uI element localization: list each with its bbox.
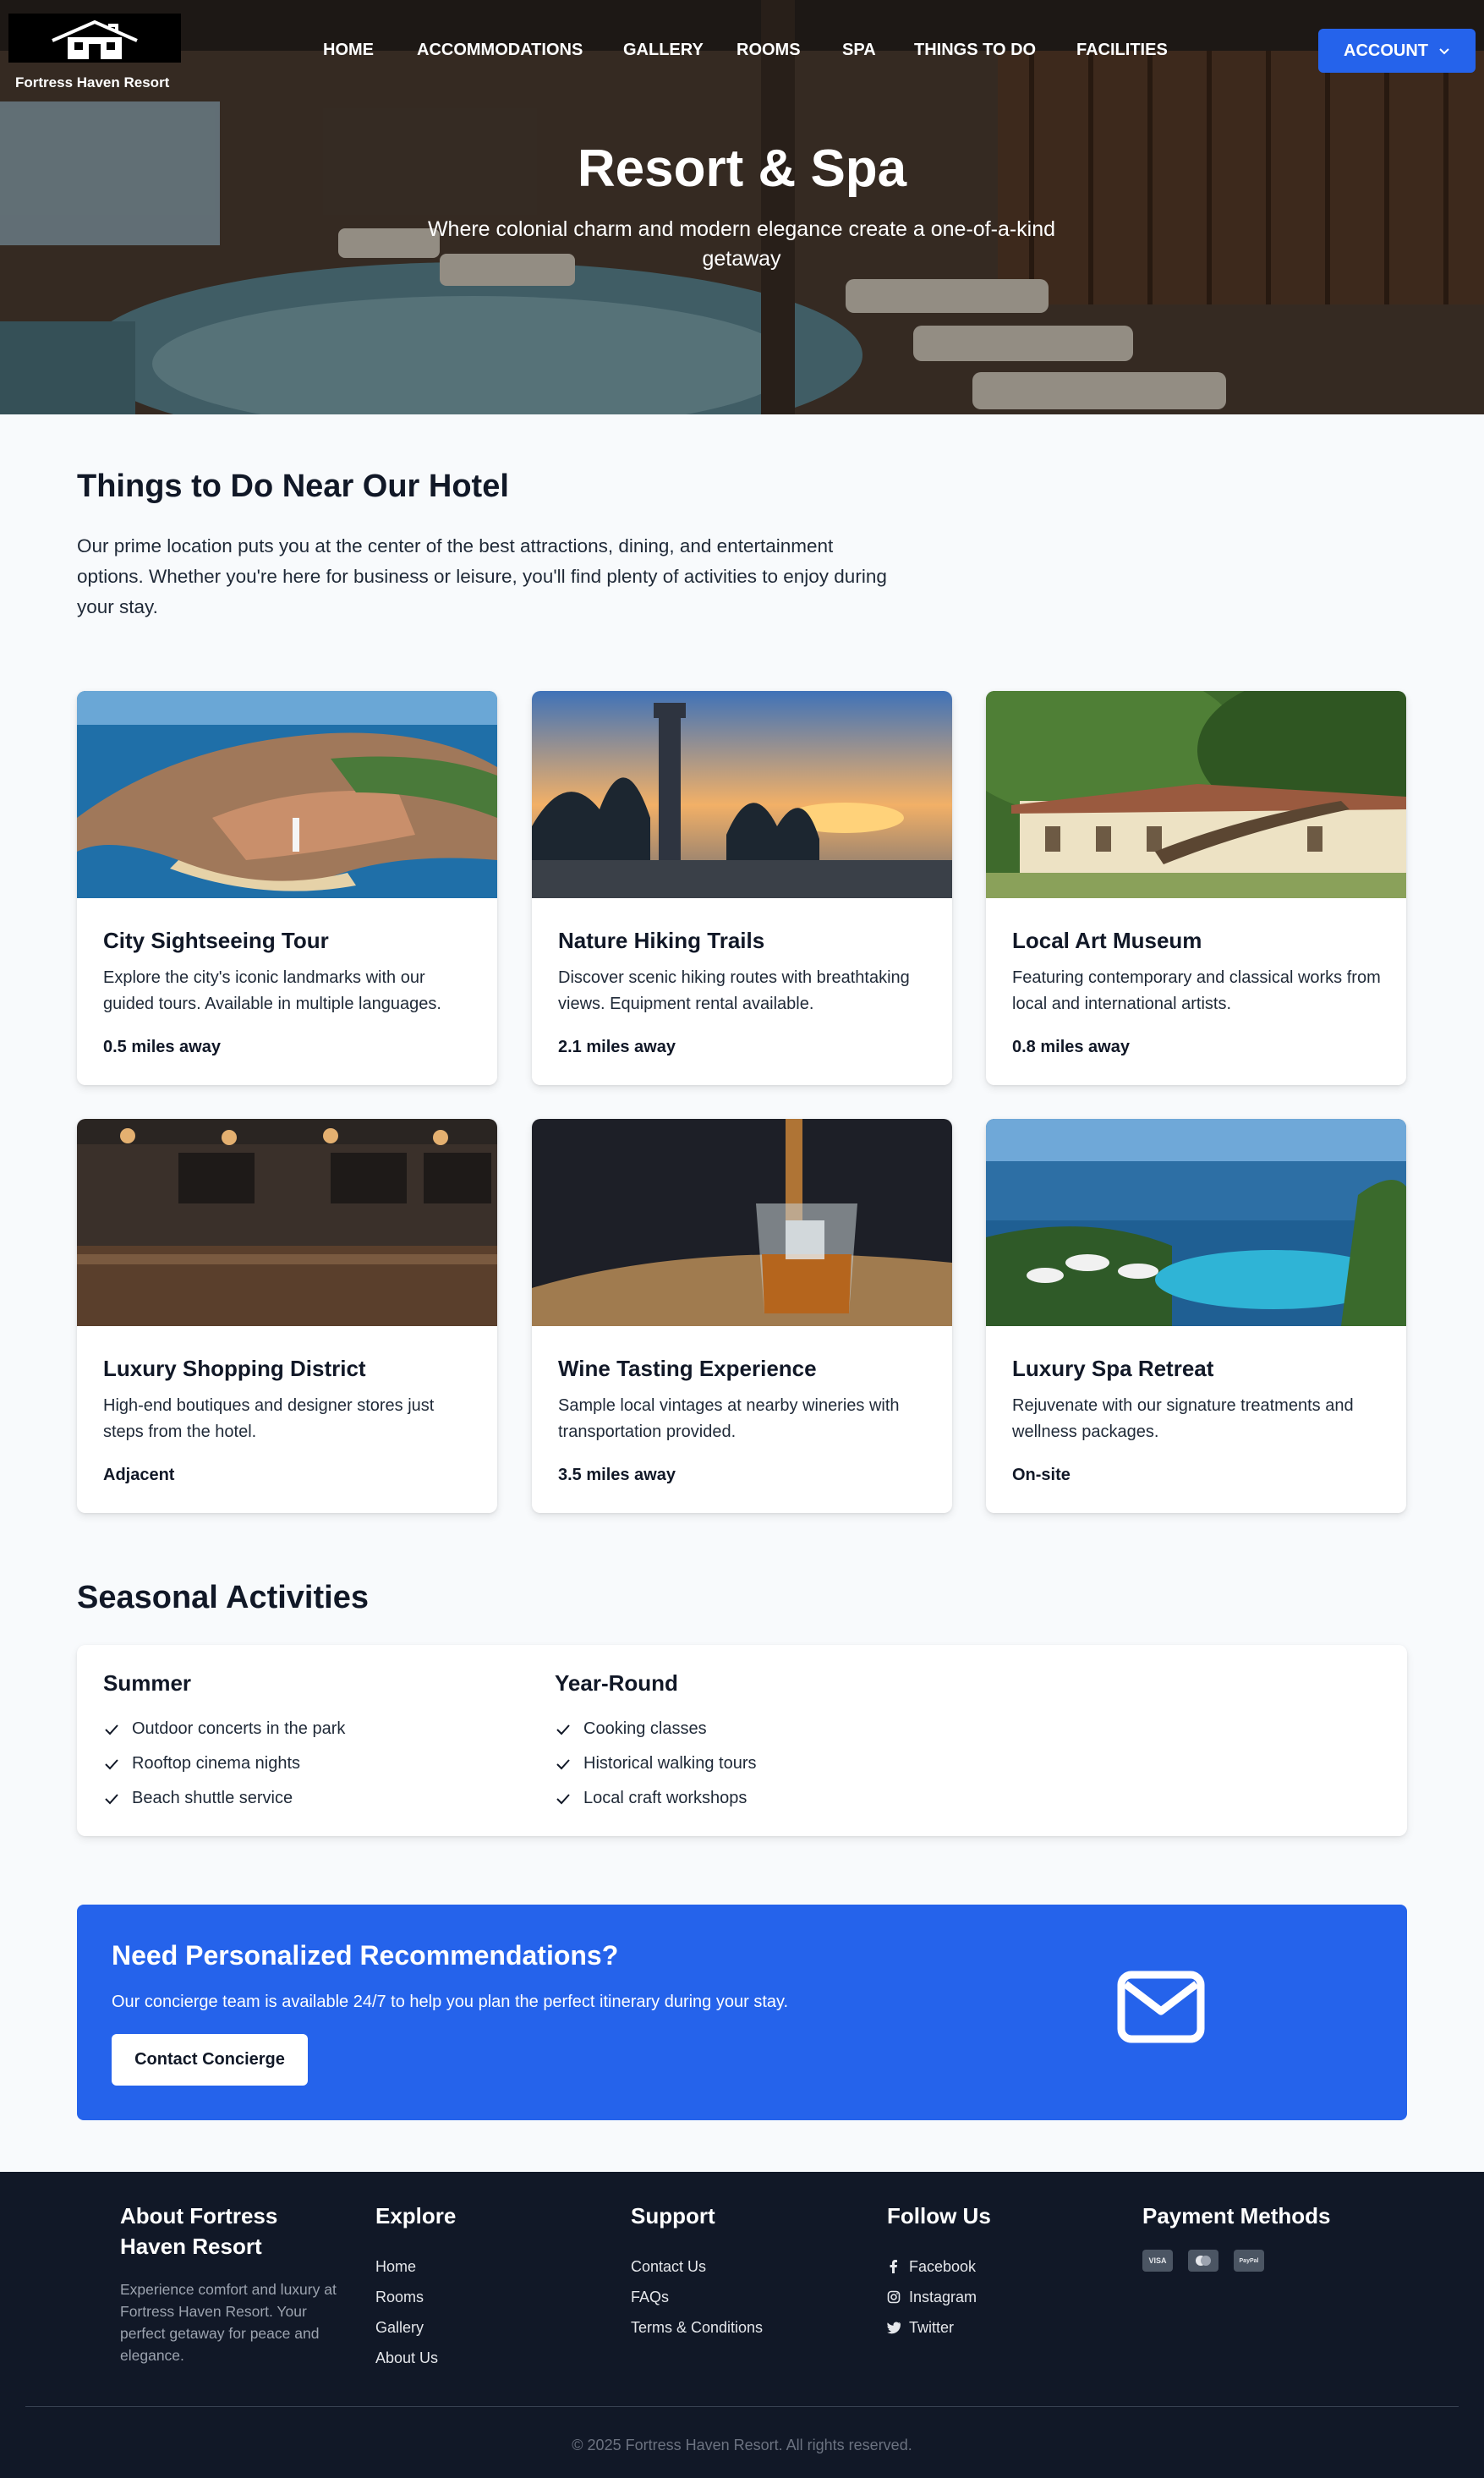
concierge-cta: Need Personalized Recommendations? Our c… — [77, 1905, 1407, 2120]
season-item-label: Beach shuttle service — [132, 1789, 293, 1807]
footer-link-label: Twitter — [909, 2318, 955, 2336]
footer-link-terms[interactable]: Terms & Conditions — [631, 2312, 763, 2343]
art-museum-image — [986, 691, 1406, 898]
footer-heading: Explore — [375, 2203, 457, 2229]
season-item-label: Local craft workshops — [583, 1789, 747, 1807]
summer-column: Summer Outdoor concerts in the park Roof… — [103, 1670, 345, 1816]
season-item-label: Historical walking tours — [583, 1754, 757, 1773]
activity-card[interactable]: Luxury Spa Retreat Rejuvenate with our s… — [986, 1119, 1406, 1513]
card-title: Local Art Museum — [1012, 928, 1202, 953]
footer-link-label: Instagram — [909, 2288, 977, 2305]
activity-card[interactable]: Nature Hiking Trails Discover scenic hik… — [532, 691, 952, 1085]
footer-heading: Support — [631, 2203, 715, 2229]
footer-link-gallery[interactable]: Gallery — [375, 2312, 456, 2343]
footer-support: Support Contact Us FAQs Terms & Conditio… — [631, 2201, 763, 2343]
season-item-label: Outdoor concerts in the park — [132, 1719, 346, 1738]
season-item: Local craft workshops — [555, 1781, 757, 1816]
footer-heading: Payment Methods — [1142, 2203, 1331, 2229]
footer-about: About Fortress Haven Resort Experience c… — [120, 2201, 348, 2366]
footer-link-about-us[interactable]: About Us — [375, 2343, 456, 2373]
card-distance: 2.1 miles away — [558, 1038, 676, 1056]
footer-heading: About Fortress Haven Resort — [120, 2203, 278, 2259]
footer-link-faqs[interactable]: FAQs — [631, 2282, 763, 2312]
season-item: Beach shuttle service — [103, 1781, 345, 1816]
paypal-icon: PayPal — [1234, 2250, 1264, 2272]
check-icon — [105, 1793, 118, 1804]
hiking-trails-image — [532, 691, 952, 898]
activity-card[interactable]: City Sightseeing Tour Explore the city's… — [77, 691, 497, 1085]
card-description: Rejuvenate with our signature treatments… — [1012, 1396, 1354, 1441]
things-to-do-intro: Our prime location puts you at the cente… — [77, 535, 887, 617]
season-item-label: Cooking classes — [583, 1719, 707, 1738]
card-description: Sample local vintages at nearby wineries… — [558, 1396, 900, 1441]
season-heading: Year-Round — [555, 1670, 678, 1696]
visa-icon: VISA — [1142, 2250, 1173, 2272]
facebook-icon — [890, 2260, 897, 2273]
footer-follow: Follow Us Facebook Instagram Twitter — [887, 2201, 991, 2343]
check-icon — [556, 1724, 570, 1735]
card-distance: On-site — [1012, 1466, 1071, 1484]
spa-retreat-image — [986, 1119, 1406, 1326]
card-distance: 0.5 miles away — [103, 1038, 221, 1056]
card-description: Explore the city's iconic landmarks with… — [103, 968, 441, 1013]
copyright-text: © 2025 Fortress Haven Resort. All rights… — [572, 2437, 912, 2453]
card-description: High-end boutiques and designer stores j… — [103, 1396, 435, 1441]
main-content: Things to Do Near Our Hotel Our prime lo… — [0, 0, 1484, 2478]
contact-concierge-button[interactable]: Contact Concierge — [112, 2034, 308, 2086]
card-title: City Sightseeing Tour — [103, 928, 329, 953]
card-title: Luxury Spa Retreat — [1012, 1356, 1214, 1381]
footer-link-contact-us[interactable]: Contact Us — [631, 2251, 763, 2282]
check-icon — [105, 1758, 118, 1769]
twitter-icon — [887, 2322, 901, 2334]
footer-link-label: Facebook — [909, 2257, 977, 2275]
footer-link-instagram[interactable]: Instagram — [887, 2282, 991, 2312]
footer-link-rooms[interactable]: Rooms — [375, 2282, 456, 2312]
cta-text: Our concierge team is available 24/7 to … — [112, 1993, 789, 2011]
check-icon — [556, 1758, 570, 1769]
footer-explore: Explore Home Rooms Gallery About Us — [375, 2201, 456, 2373]
footer-link-facebook[interactable]: Facebook — [887, 2251, 991, 2282]
envelope-icon — [1117, 1971, 1205, 2043]
season-heading: Summer — [103, 1670, 192, 1696]
footer-link-home[interactable]: Home — [375, 2251, 456, 2282]
season-item-label: Rooftop cinema nights — [132, 1754, 301, 1773]
site-footer: About Fortress Haven Resort Experience c… — [0, 2172, 1484, 2478]
year-round-column: Year-Round Cooking classes Historical wa… — [555, 1670, 757, 1816]
check-icon — [556, 1793, 570, 1804]
card-distance: 0.8 miles away — [1012, 1038, 1130, 1056]
card-title: Wine Tasting Experience — [558, 1356, 817, 1381]
card-distance: Adjacent — [103, 1466, 175, 1484]
footer-heading: Follow Us — [887, 2203, 991, 2229]
season-item: Outdoor concerts in the park — [103, 1712, 345, 1746]
season-item: Cooking classes — [555, 1712, 757, 1746]
card-title: Nature Hiking Trails — [558, 928, 765, 953]
things-to-do-title: Things to Do Near Our Hotel — [77, 469, 509, 504]
footer-link-twitter[interactable]: Twitter — [887, 2312, 991, 2343]
city-tour-image — [77, 691, 497, 898]
instagram-icon — [887, 2290, 901, 2304]
card-distance: 3.5 miles away — [558, 1466, 676, 1484]
footer-divider — [25, 2406, 1459, 2407]
shopping-district-image — [77, 1119, 497, 1326]
card-description: Featuring contemporary and classical wor… — [1012, 968, 1381, 1013]
season-item: Historical walking tours — [555, 1746, 757, 1781]
footer-about-text: Experience comfort and luxury at Fortres… — [120, 2281, 337, 2364]
card-title: Luxury Shopping District — [103, 1356, 366, 1381]
activity-card[interactable]: Luxury Shopping District High-end boutiq… — [77, 1119, 497, 1513]
footer-payment: Payment Methods VISA PayPal — [1142, 2201, 1331, 2272]
check-icon — [105, 1724, 118, 1735]
activity-card[interactable]: Wine Tasting Experience Sample local vin… — [532, 1119, 952, 1513]
cta-title: Need Personalized Recommendations? — [112, 1940, 619, 1971]
activity-card[interactable]: Local Art Museum Featuring contemporary … — [986, 691, 1406, 1085]
wine-tasting-image — [532, 1119, 952, 1326]
mastercard-icon — [1188, 2250, 1218, 2272]
season-item: Rooftop cinema nights — [103, 1746, 345, 1781]
seasonal-activities-title: Seasonal Activities — [77, 1580, 369, 1615]
seasonal-activities-panel: Summer Outdoor concerts in the park Roof… — [77, 1645, 1407, 1836]
card-description: Discover scenic hiking routes with breat… — [558, 968, 910, 1013]
